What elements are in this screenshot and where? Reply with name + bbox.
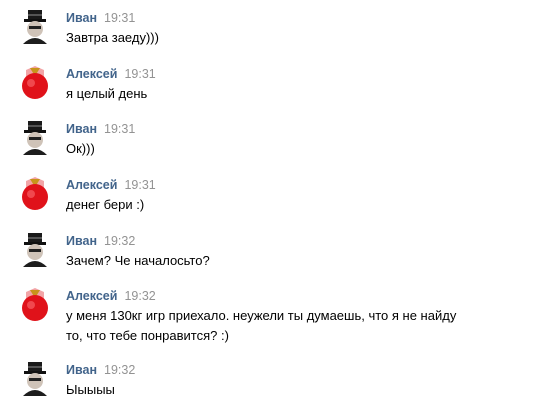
message-header: Иван 19:31 [66,121,135,137]
message-text: Ыыыыы [66,382,115,397]
message-header: Алексей 19:31 [66,66,156,82]
message-header: Иван 19:32 [66,362,135,378]
message-time[interactable]: 19:31 [124,67,155,81]
author-name[interactable]: Иван [66,11,97,25]
message-time[interactable]: 19:32 [104,363,135,377]
message-text: я целый день [66,86,148,101]
author-name[interactable]: Алексей [66,67,117,81]
message-text: денег бери :) [66,197,145,212]
message-time[interactable]: 19:31 [104,11,135,25]
aleksey-avatar[interactable] [20,288,50,322]
message-time[interactable]: 19:31 [104,122,135,136]
message-text: Завтра заеду))) [66,30,159,45]
author-name[interactable]: Иван [66,234,97,248]
message-header: Алексей 19:32 [66,288,156,304]
message-header: Иван 19:31 [66,10,135,26]
ivan-avatar[interactable] [20,362,50,396]
author-name[interactable]: Алексей [66,289,117,303]
author-name[interactable]: Иван [66,122,97,136]
message-item: Иван 19:32 Зачем? Че началосьто? [20,233,530,268]
message-text: Зачем? Че началосьто? [66,253,210,268]
ivan-avatar[interactable] [20,10,50,44]
message-item: Иван 19:31 Завтра заеду))) [20,10,530,45]
message-time[interactable]: 19:32 [104,234,135,248]
message-item: Алексей 19:32 у меня 130кг игр приехало. … [20,288,530,343]
chat-history: Иван 19:31 Завтра заеду))) Алексей 19:31 я… [0,0,539,413]
message-time[interactable]: 19:31 [124,178,155,192]
message-time[interactable]: 19:32 [124,289,155,303]
message-item: Алексей 19:31 денег бери :) [20,177,530,212]
message-item: Иван 19:32 Ыыыыы [20,362,530,397]
ivan-avatar[interactable] [20,233,50,267]
message-text: у меня 130кг игр приехало. неужели ты ду… [66,308,457,343]
aleksey-avatar[interactable] [20,66,50,100]
author-name[interactable]: Иван [66,363,97,377]
aleksey-avatar[interactable] [20,177,50,211]
message-text: Ок))) [66,141,95,156]
message-header: Алексей 19:31 [66,177,156,193]
author-name[interactable]: Алексей [66,178,117,192]
message-item: Иван 19:31 Ок))) [20,121,530,156]
ivan-avatar[interactable] [20,121,50,155]
message-header: Иван 19:32 [66,233,135,249]
message-item: Алексей 19:31 я целый день [20,66,530,101]
